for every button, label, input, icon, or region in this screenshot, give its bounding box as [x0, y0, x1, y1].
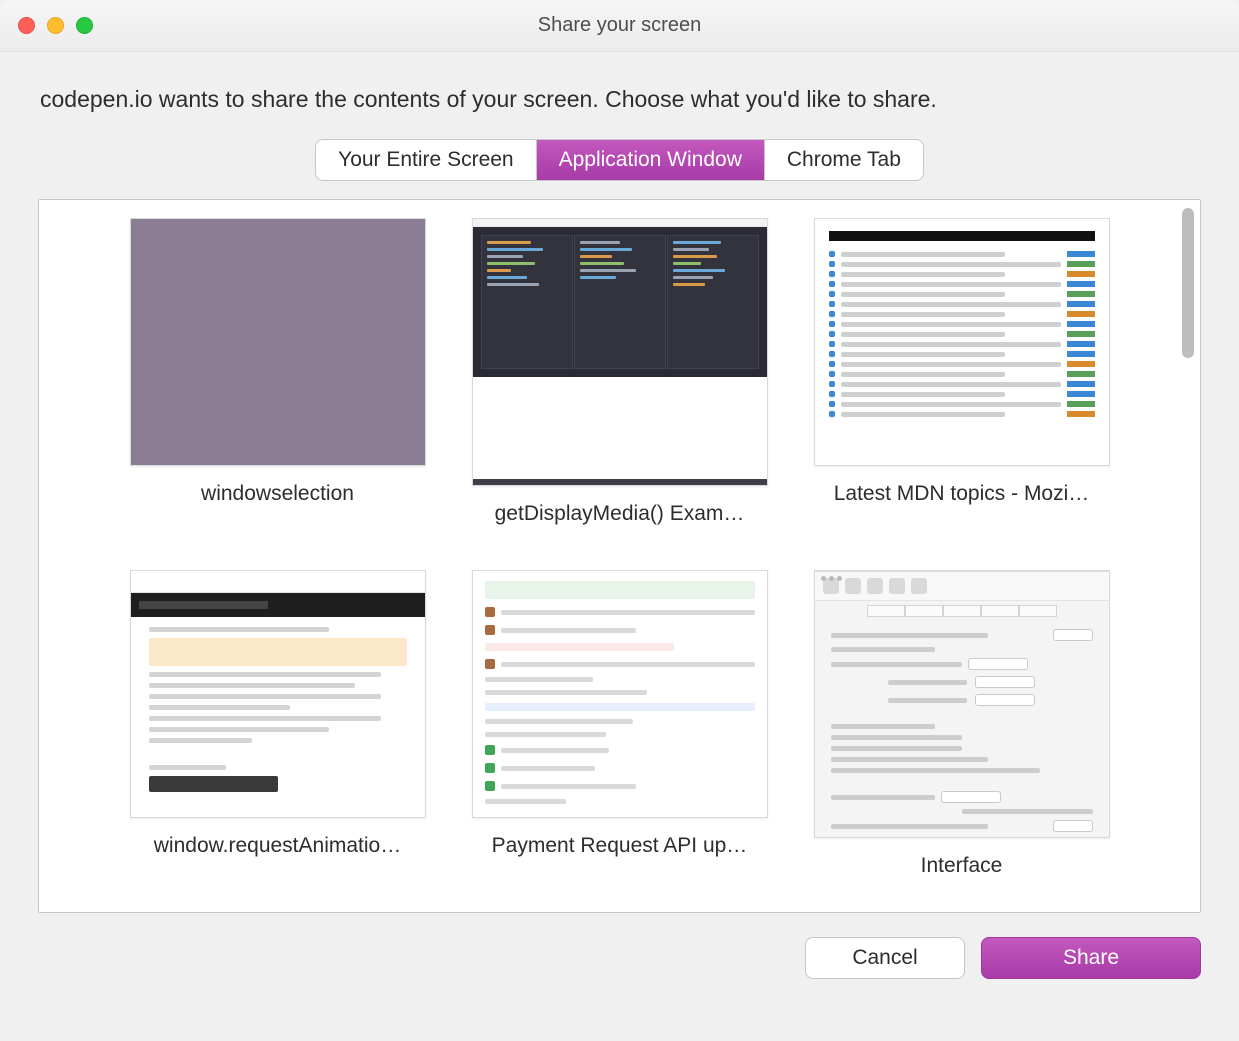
- tab-entire-screen[interactable]: Your Entire Screen: [316, 140, 536, 180]
- cancel-button[interactable]: Cancel: [805, 937, 965, 979]
- window-thumbnail: [472, 218, 768, 486]
- window-tile-label: Interface: [814, 854, 1110, 878]
- window-tile-label: Payment Request API up…: [472, 834, 768, 858]
- window-title: Share your screen: [0, 14, 1239, 37]
- window-thumbnail: [814, 570, 1110, 838]
- dialog-footer: Cancel Share: [0, 913, 1239, 979]
- window-tile-interface[interactable]: Interface: [814, 570, 1110, 878]
- window-thumbnail: [130, 218, 426, 466]
- window-tile-payment-request[interactable]: Payment Request API up…: [472, 570, 768, 878]
- window-tile-getdisplaymedia[interactable]: getDisplayMedia() Exam…: [472, 218, 768, 526]
- share-button[interactable]: Share: [981, 937, 1201, 979]
- window-thumbnail: [472, 570, 768, 818]
- window-tile-label: getDisplayMedia() Exam…: [472, 502, 768, 526]
- minimize-window-icon[interactable]: [47, 17, 64, 34]
- window-tile-mdn-topics[interactable]: Latest MDN topics - Mozi…: [814, 218, 1110, 526]
- window-tile-windowselection[interactable]: windowselection: [130, 218, 426, 526]
- window-tile-label: window.requestAnimatio…: [130, 834, 426, 858]
- scrollbar-thumb[interactable]: [1182, 208, 1194, 358]
- window-tile-label: windowselection: [130, 482, 426, 506]
- tab-application-window[interactable]: Application Window: [536, 140, 764, 180]
- window-tile-label: Latest MDN topics - Mozi…: [814, 482, 1110, 506]
- tab-chrome-tab[interactable]: Chrome Tab: [764, 140, 923, 180]
- window-tile-raf[interactable]: window.requestAnimatio…: [130, 570, 426, 878]
- window-thumbnail: [814, 218, 1110, 466]
- share-prompt: codepen.io wants to share the contents o…: [0, 52, 1239, 139]
- window-picker: windowselection: [38, 199, 1201, 913]
- source-tab-group: Your Entire Screen Application Window Ch…: [315, 139, 924, 181]
- close-window-icon[interactable]: [18, 17, 35, 34]
- window-titlebar: Share your screen: [0, 0, 1239, 52]
- traffic-lights: [18, 17, 93, 34]
- zoom-window-icon[interactable]: [76, 17, 93, 34]
- window-thumbnail: [130, 570, 426, 818]
